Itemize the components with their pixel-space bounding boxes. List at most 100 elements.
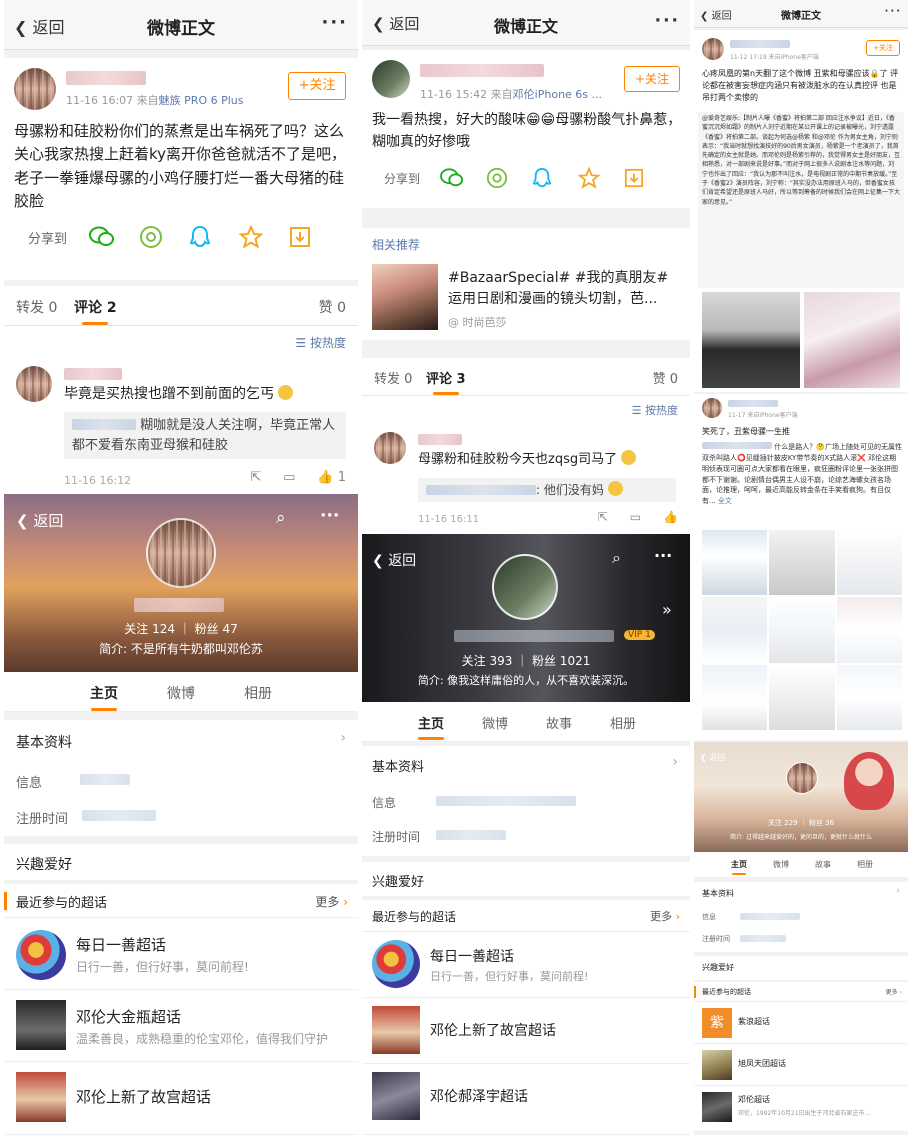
- tab-album[interactable]: 相册: [857, 859, 873, 870]
- username-blurred[interactable]: [66, 71, 146, 85]
- tab-repost[interactable]: 转发 0: [374, 368, 412, 387]
- repost-content[interactable]: @爱奇艺娱乐:【制片人曝《香蜜》将拍第二部 回应注水争议】近日，《香蜜沉沉烬如霜…: [698, 112, 904, 288]
- favorite-star-icon[interactable]: [578, 167, 601, 189]
- basic-info-title[interactable]: 基本资料: [372, 756, 424, 775]
- grid-image[interactable]: [769, 597, 835, 663]
- avatar[interactable]: [702, 38, 724, 60]
- more-topics-link[interactable]: 更多 ›: [886, 987, 902, 996]
- tab-home[interactable]: 主页: [90, 683, 118, 711]
- chevron-right-icon[interactable]: ›: [672, 754, 678, 770]
- grid-image[interactable]: [702, 664, 768, 730]
- sort-hot[interactable]: ☰ 按热度: [295, 334, 346, 351]
- more-menu-icon[interactable]: ···: [885, 6, 902, 17]
- topic-item[interactable]: 紫 紫浪超话: [694, 1002, 908, 1044]
- grid-image[interactable]: [836, 530, 902, 596]
- profile-back-button[interactable]: ❮ 返回: [372, 550, 416, 570]
- search-icon[interactable]: ⌕: [612, 548, 621, 568]
- topic-item[interactable]: 每日一善超话 日行一善，但行好事，莫问前程!: [362, 932, 690, 998]
- follow-stats[interactable]: 关注 229 ｜ 粉丝 36: [694, 818, 908, 828]
- more-icon[interactable]: ···: [320, 506, 339, 526]
- tab-weibo[interactable]: 微博: [167, 683, 195, 703]
- topic-item[interactable]: 旭凤天团超话: [694, 1044, 908, 1086]
- share-icon[interactable]: ⇱: [598, 510, 608, 524]
- topic-item[interactable]: 邓伦大金瓶超话 温柔善良，成熟稳重的伦宝邓伦，值得我们守护: [4, 990, 358, 1062]
- commenter-name-blurred[interactable]: [728, 400, 778, 407]
- read-more-link[interactable]: 全文: [718, 497, 732, 505]
- commenter-avatar[interactable]: [702, 398, 722, 418]
- commenter-avatar[interactable]: [16, 366, 52, 402]
- avatar[interactable]: [14, 68, 56, 110]
- moments-icon[interactable]: [486, 167, 508, 189]
- follow-button[interactable]: +关注: [866, 40, 900, 56]
- tab-story[interactable]: 故事: [815, 859, 831, 870]
- profile-avatar[interactable]: [146, 518, 216, 588]
- username-blurred[interactable]: [420, 64, 544, 77]
- save-image-icon[interactable]: [624, 168, 644, 188]
- basic-info-title[interactable]: 基本资料: [16, 732, 72, 752]
- qq-icon[interactable]: [189, 225, 211, 249]
- wechat-icon[interactable]: [89, 225, 115, 249]
- moments-icon[interactable]: [139, 225, 163, 249]
- grid-image[interactable]: [769, 664, 835, 730]
- tab-weibo[interactable]: 微博: [482, 713, 508, 732]
- tab-album[interactable]: 相册: [244, 683, 272, 703]
- comment-reply[interactable]: : 他们没有妈: [418, 478, 676, 502]
- avatar[interactable]: [372, 60, 410, 98]
- tab-story[interactable]: 故事: [546, 713, 572, 732]
- more-icon[interactable]: ···: [654, 546, 672, 565]
- profile-avatar[interactable]: [492, 554, 558, 620]
- topic-item[interactable]: 邓伦上新了故宫超话: [4, 1062, 358, 1135]
- commenter-name-blurred[interactable]: [64, 368, 122, 380]
- sort-hot[interactable]: ☰ 按热度: [632, 402, 678, 418]
- profile-avatar[interactable]: [786, 762, 818, 794]
- more-topics-link[interactable]: 更多 ›: [650, 908, 680, 924]
- save-image-icon[interactable]: [289, 226, 311, 248]
- double-chevron-right-icon[interactable]: »: [662, 600, 672, 619]
- tab-repost[interactable]: 转发 0: [16, 297, 57, 317]
- tab-home[interactable]: 主页: [731, 859, 747, 875]
- more-topics-link[interactable]: 更多 ›: [315, 893, 348, 910]
- tab-comment[interactable]: 评论 2: [74, 297, 117, 325]
- topic-item[interactable]: 邓伦超话 邓伦，1992年10月21日出生于河北省石家庄市...: [694, 1086, 908, 1132]
- repost-image-2[interactable]: [804, 292, 900, 388]
- thumb-up-icon[interactable]: 👍: [663, 510, 678, 524]
- grid-image[interactable]: [836, 664, 902, 730]
- favorite-star-icon[interactable]: [239, 225, 264, 249]
- grid-image[interactable]: [769, 530, 835, 596]
- wechat-icon[interactable]: [440, 167, 464, 189]
- more-menu-icon[interactable]: ···: [321, 12, 348, 33]
- comment-reply[interactable]: 糊咖就是没人关注啊，毕竟正常人都不爱看东南亚母猴和硅胶: [64, 412, 346, 459]
- tab-like[interactable]: 赞 0: [319, 297, 346, 317]
- commenter-avatar[interactable]: [374, 432, 406, 464]
- topic-item[interactable]: 每日一善超话 日行一善，但行好事，莫问前程!: [4, 918, 358, 990]
- tab-like[interactable]: 赞 0: [653, 368, 678, 387]
- basic-info-title[interactable]: 基本资料: [702, 888, 734, 899]
- chevron-right-icon[interactable]: ›: [896, 886, 900, 896]
- like-button[interactable]: 👍 1: [317, 470, 346, 485]
- tab-comment[interactable]: 评论 3: [426, 368, 466, 395]
- profile-back-button[interactable]: ❮ 返回: [16, 510, 63, 531]
- grid-image[interactable]: [836, 597, 902, 663]
- profile-back-button[interactable]: ❮ 返回: [700, 752, 725, 763]
- commenter-name-blurred[interactable]: [418, 434, 462, 445]
- tab-home[interactable]: 主页: [418, 713, 444, 740]
- follow-stats[interactable]: 关注 124 ｜ 粉丝 47: [4, 620, 358, 637]
- share-icon[interactable]: ⇱: [250, 470, 261, 485]
- repost-image-1[interactable]: [702, 292, 800, 388]
- follow-button[interactable]: +关注: [288, 72, 346, 100]
- username-blurred[interactable]: [730, 40, 790, 48]
- tab-album[interactable]: 相册: [610, 713, 636, 732]
- grid-image[interactable]: [702, 530, 768, 596]
- related-thumbnail[interactable]: [372, 264, 438, 330]
- reply-icon[interactable]: ▭: [630, 510, 641, 524]
- follow-stats[interactable]: 关注 393 ｜ 粉丝 1021: [362, 652, 690, 669]
- qq-icon[interactable]: [532, 167, 552, 189]
- related-article-title[interactable]: #BazaarSpecial# #我的真朋友# 运用日剧和漫画的镜头切割，芭..…: [448, 268, 680, 310]
- grid-image[interactable]: [702, 597, 768, 663]
- topic-item[interactable]: 邓伦上新了故宫超话: [362, 998, 690, 1064]
- topic-item[interactable]: 邓伦郝泽宇超话: [362, 1064, 690, 1135]
- chevron-right-icon[interactable]: ›: [340, 730, 346, 746]
- more-menu-icon[interactable]: ···: [655, 11, 680, 31]
- reply-icon[interactable]: ▭: [283, 470, 295, 485]
- tab-weibo[interactable]: 微博: [773, 859, 789, 870]
